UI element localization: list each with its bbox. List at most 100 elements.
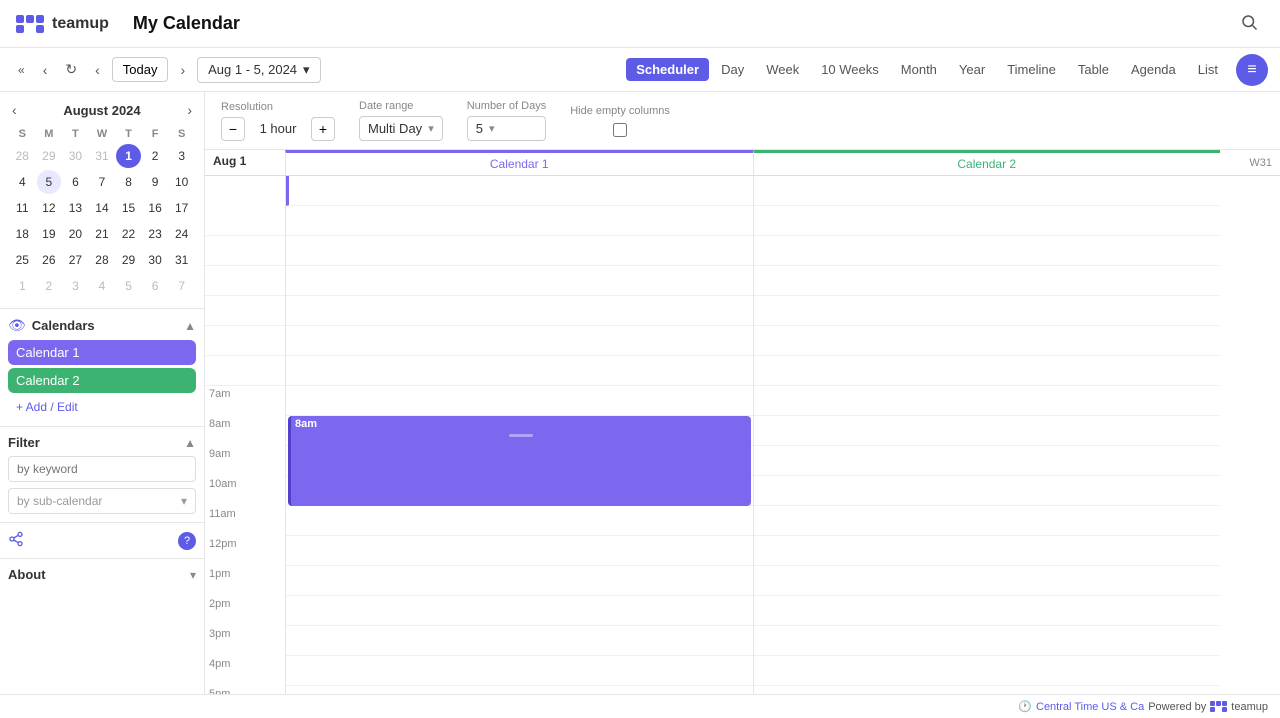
share-icon[interactable] — [8, 531, 24, 550]
mini-date[interactable]: 29 — [116, 248, 141, 272]
refresh-button[interactable]: ↻ — [59, 57, 83, 82]
row — [286, 626, 753, 656]
row — [754, 416, 1221, 446]
time-grid: 7am 8am 9am 10am 11am 12pm 1pm 2pm 3pm 4… — [205, 176, 1280, 694]
mini-date[interactable]: 19 — [37, 222, 62, 246]
date-range-picker[interactable]: Aug 1 - 5, 2024 ▾ — [197, 57, 320, 83]
help-icon[interactable]: ? — [178, 532, 196, 550]
mini-date[interactable]: 21 — [90, 222, 115, 246]
mini-date[interactable]: 17 — [169, 196, 194, 220]
mini-date[interactable]: 3 — [63, 274, 88, 298]
mini-prev-button[interactable]: ‹ — [8, 100, 21, 120]
calendar-main: Resolution − 1 hour + Date range Multi D… — [205, 92, 1280, 694]
tab-week[interactable]: Week — [756, 58, 809, 81]
date-range-arrow-icon: ▾ — [428, 122, 434, 135]
filter-header[interactable]: Filter ▲ — [8, 435, 196, 450]
eye-icon: 👁 — [8, 317, 26, 334]
mini-date[interactable]: 31 — [90, 144, 115, 168]
tab-list[interactable]: List — [1188, 58, 1228, 81]
calendar-item-2[interactable]: Calendar 2 — [8, 368, 196, 393]
keyword-input[interactable] — [8, 456, 196, 482]
tab-agenda[interactable]: Agenda — [1121, 58, 1186, 81]
date-range-select[interactable]: Multi Day ▾ — [359, 116, 443, 141]
menu-button[interactable]: ≡ — [1236, 54, 1268, 86]
tab-timeline[interactable]: Timeline — [997, 58, 1066, 81]
mini-date[interactable]: 8 — [116, 170, 141, 194]
row — [754, 476, 1221, 506]
mini-date[interactable]: 2 — [37, 274, 62, 298]
about-title: About — [8, 567, 46, 582]
mini-date[interactable]: 15 — [116, 196, 141, 220]
tab-year[interactable]: Year — [949, 58, 995, 81]
timezone-link[interactable]: Central Time US & Ca — [1036, 701, 1144, 713]
num-days-arrow-icon: ▾ — [489, 122, 495, 135]
mini-date[interactable]: 12 — [37, 196, 62, 220]
mini-date[interactable]: 6 — [143, 274, 168, 298]
mini-date[interactable]: 6 — [63, 170, 88, 194]
calendars-header[interactable]: 👁 Calendars ▲ — [8, 317, 196, 334]
tab-month[interactable]: Month — [891, 58, 947, 81]
prev-range-button[interactable]: ‹ — [89, 58, 106, 82]
mini-date[interactable]: 2 — [143, 144, 168, 168]
mini-date[interactable]: 30 — [143, 248, 168, 272]
mini-date[interactable]: 7 — [90, 170, 115, 194]
mini-date[interactable]: 25 — [10, 248, 35, 272]
mini-date[interactable]: 1 — [10, 274, 35, 298]
mini-date[interactable]: 13 — [63, 196, 88, 220]
mini-date[interactable]: 14 — [90, 196, 115, 220]
mini-next-button[interactable]: › — [183, 100, 196, 120]
add-edit-button[interactable]: + Add / Edit — [8, 396, 196, 418]
mini-date[interactable]: 24 — [169, 222, 194, 246]
resolution-increase-button[interactable]: + — [311, 117, 335, 141]
mini-date[interactable]: 23 — [143, 222, 168, 246]
time-spacer — [205, 176, 285, 206]
mini-date[interactable]: 7 — [169, 274, 194, 298]
mini-date[interactable]: 16 — [143, 196, 168, 220]
collapse-icon: ▲ — [184, 319, 196, 333]
mini-date[interactable]: 18 — [10, 222, 35, 246]
mini-date[interactable]: 20 — [63, 222, 88, 246]
calendar-item-1[interactable]: Calendar 1 — [8, 340, 196, 365]
event-block-1[interactable]: 8am — [288, 416, 751, 506]
mini-date[interactable]: 22 — [116, 222, 141, 246]
num-days-value: 5 — [476, 121, 483, 136]
filter-title: Filter — [8, 435, 40, 450]
sub-calendar-select[interactable]: by sub-calendar ▾ — [8, 488, 196, 514]
hide-empty-checkbox[interactable] — [613, 123, 627, 137]
mini-date[interactable]: 5 — [37, 170, 62, 194]
next-range-button[interactable]: › — [174, 58, 191, 82]
prev-button[interactable]: ‹ — [37, 58, 54, 82]
cal1-column: 8am 6pm — [285, 176, 753, 694]
mini-date[interactable]: 5 — [116, 274, 141, 298]
double-prev-button[interactable]: « — [12, 59, 31, 81]
mini-date[interactable]: 31 — [169, 248, 194, 272]
mini-date[interactable]: 29 — [37, 144, 62, 168]
tab-table[interactable]: Table — [1068, 58, 1119, 81]
mini-date[interactable]: 4 — [10, 170, 35, 194]
mini-date[interactable]: 3 — [169, 144, 194, 168]
time-slot-1pm: 1pm — [205, 566, 285, 596]
about-header[interactable]: About ▾ — [8, 567, 196, 582]
tab-scheduler[interactable]: Scheduler — [626, 58, 709, 81]
mini-date[interactable]: 26 — [37, 248, 62, 272]
search-button[interactable] — [1234, 7, 1264, 40]
mini-date[interactable]: 27 — [63, 248, 88, 272]
date-cell: Aug 1 — [205, 150, 285, 175]
today-button[interactable]: Today — [112, 57, 169, 82]
time-slot-2pm: 2pm — [205, 596, 285, 626]
mini-date[interactable]: 28 — [10, 144, 35, 168]
mini-date[interactable]: 28 — [90, 248, 115, 272]
resolution-decrease-button[interactable]: − — [221, 117, 245, 141]
time-slot-1am — [205, 206, 285, 236]
logo[interactable]: teamup — [16, 15, 109, 33]
mini-date[interactable]: 9 — [143, 170, 168, 194]
mini-date[interactable]: 4 — [90, 274, 115, 298]
mini-date-today[interactable]: 1 — [116, 144, 141, 168]
event-resize-handle[interactable] — [509, 434, 533, 437]
mini-date[interactable]: 11 — [10, 196, 35, 220]
mini-date[interactable]: 30 — [63, 144, 88, 168]
tab-10weeks[interactable]: 10 Weeks — [811, 58, 889, 81]
mini-date[interactable]: 10 — [169, 170, 194, 194]
tab-day[interactable]: Day — [711, 58, 754, 81]
num-days-select[interactable]: 5 ▾ — [467, 116, 546, 141]
